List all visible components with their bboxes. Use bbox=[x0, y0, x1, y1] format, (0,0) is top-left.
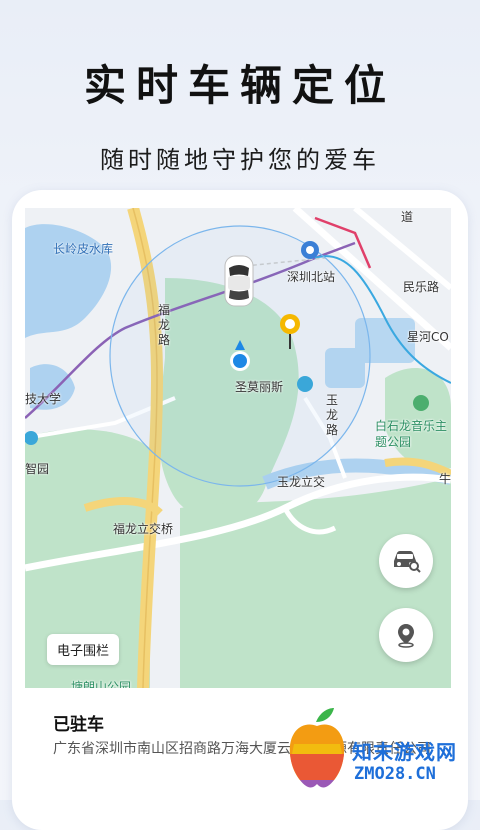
watermark-text: 知末游戏网 bbox=[352, 740, 457, 764]
map-label-xinghe: 星河CO bbox=[407, 330, 449, 344]
location-pin-icon[interactable] bbox=[279, 313, 301, 353]
map-label-fulong-road: 福龙路 bbox=[157, 303, 170, 347]
watermark-url: ZMO28.CN bbox=[354, 764, 436, 784]
my-location-button[interactable] bbox=[379, 608, 433, 662]
map-label-simone: 圣莫丽斯 bbox=[235, 380, 284, 394]
geofence-button[interactable]: 电子围栏 bbox=[47, 634, 120, 665]
parking-status: 已驻车 bbox=[53, 715, 104, 735]
map-label-yulong-interchange: 玉龙立交 bbox=[277, 475, 326, 489]
page-subtitle: 随时随地守护您的爱车 bbox=[100, 146, 380, 174]
map-label-dao: 道 bbox=[401, 210, 414, 224]
find-car-button[interactable] bbox=[379, 534, 433, 588]
map-label-niu: 牛 bbox=[439, 472, 451, 486]
car-search-icon bbox=[394, 551, 421, 573]
apple-logo-icon bbox=[289, 708, 345, 788]
map-label-yulong-road: 玉龙路 bbox=[325, 393, 338, 437]
page-title: 实时车辆定位 bbox=[83, 61, 396, 110]
map-label-baishilong: 白石龙音乐主题公园 bbox=[375, 419, 448, 449]
user-location-icon bbox=[230, 340, 250, 371]
car-icon[interactable] bbox=[223, 254, 255, 308]
watermark: 知末游戏网 ZMO28.CN bbox=[282, 704, 480, 800]
map-label-zhiyuan: 智园 bbox=[25, 462, 50, 476]
location-pin-icon bbox=[398, 624, 414, 648]
map-label-university: 技大学 bbox=[25, 392, 62, 406]
map-label-park-bottom: 塘朗山公园 bbox=[71, 680, 132, 688]
map-label-station: 深圳北站 bbox=[287, 270, 336, 284]
map-label-minle-road: 民乐路 bbox=[403, 280, 440, 294]
map-label-fulong-interchange: 福龙立交桥 bbox=[113, 522, 174, 536]
map-label-reservoir: 长岭皮水库 bbox=[53, 242, 114, 256]
